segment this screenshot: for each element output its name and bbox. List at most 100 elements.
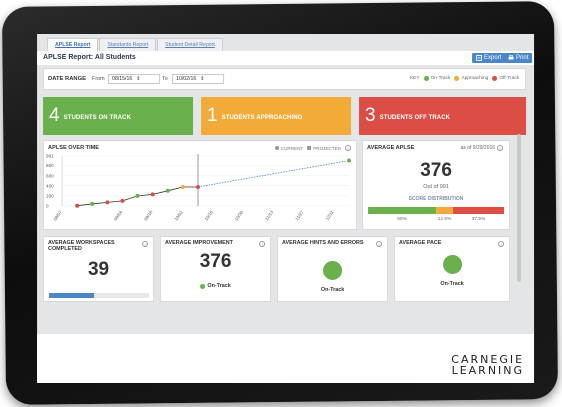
avg-improvement-panel: AVERAGE IMPROVEMENT i 376 On-Track	[160, 235, 272, 302]
workspaces-progress-bar	[49, 292, 150, 298]
y-tick-label: 600	[46, 173, 54, 178]
on-track-status-icon	[323, 260, 343, 280]
x-tick-label: 10/02	[173, 209, 184, 221]
distribution-label: 50%	[397, 216, 407, 222]
workspaces-progress-fill	[49, 292, 95, 298]
avg-hints-errors-panel: AVERAGE HINTS AND ERRORS i On-Track	[277, 235, 389, 302]
key-off-track: Off-Track	[499, 75, 520, 81]
series-line-projected	[197, 160, 350, 188]
status-key: KEY On-Track Approaching Off-Track	[409, 75, 520, 81]
info-icon[interactable]: i	[259, 240, 266, 247]
approaching-dot-icon	[454, 75, 460, 81]
report-header: APLSE Report: All Students Export Print	[37, 50, 535, 65]
x-tick-label: 09/18	[143, 209, 154, 221]
to-date-value: 10/02/16	[176, 75, 197, 82]
data-point	[90, 201, 95, 206]
y-tick-label: 0	[46, 204, 49, 209]
info-icon[interactable]: i	[376, 240, 383, 247]
from-label: From	[92, 75, 105, 82]
print-button[interactable]: Print	[504, 52, 533, 63]
tablet-frame: APLSE Report Standards Report Student De…	[1, 1, 559, 405]
as-of-text: as of 9/29/2016	[460, 144, 496, 151]
logo-line2: LEARNING	[451, 363, 525, 377]
average-aplse-panel: AVERAGE APLSE as of 9/29/2016 i 376 Out …	[362, 139, 511, 230]
x-tick-label: 10/16	[204, 209, 215, 221]
date-range-label: DATE RANGE	[48, 75, 86, 82]
key-label: KEY	[409, 75, 420, 81]
tile-label: STUDENTS OFF TRACK	[379, 114, 451, 121]
distribution-segment	[453, 206, 505, 214]
x-tick-label: 08/07	[52, 209, 63, 221]
carnegie-learning-logo: CARNEGIE LEARNING	[451, 353, 525, 377]
tile-label: STUDENTS APPROACHING	[221, 114, 303, 121]
info-icon[interactable]: i	[142, 240, 149, 247]
summary-tiles: 4 STUDENTS ON TRACK 1 STUDENTS APPROACHI…	[43, 96, 527, 135]
workspaces-value: 39	[87, 258, 110, 280]
tab-standards-report[interactable]: Standards Report	[99, 37, 157, 51]
x-tick-label: 09/04	[113, 209, 124, 221]
data-point	[347, 158, 352, 163]
distribution-segment	[436, 206, 454, 214]
tile-number: 3	[365, 104, 376, 126]
pace-title: AVERAGE PACE	[399, 239, 442, 246]
avg-aplse-title: AVERAGE APLSE	[367, 144, 415, 151]
report-tabs: APLSE Report Standards Report Student De…	[47, 37, 224, 51]
app-screen: APLSE Report Standards Report Student De…	[37, 33, 535, 383]
y-tick-label: 200	[46, 193, 54, 198]
improvement-title: AVERAGE IMPROVEMENT	[165, 239, 233, 246]
x-tick-label: 10/30	[234, 209, 245, 221]
on-track-status-icon	[442, 254, 462, 274]
y-tick-label: 400	[46, 183, 54, 188]
from-date-value: 08/15/16	[112, 75, 133, 82]
aplse-line-chart: 991 800 600 400 200 008/07 09/04 09/18 10/02 10/1…	[46, 154, 352, 222]
data-point	[75, 203, 80, 208]
tile-on-track[interactable]: 4 STUDENTS ON TRACK	[43, 96, 194, 135]
distribution-label: 12.5%	[437, 216, 452, 222]
x-tick-label: 12/11	[325, 209, 336, 221]
data-point	[180, 184, 185, 189]
date-filter-bar: DATE RANGE From 08/15/16 ⇕ To 10/02/16 ⇕…	[43, 67, 527, 90]
x-tick-label: 11/13	[264, 209, 275, 221]
score-distribution-title: SCORE DISTRIBUTION	[408, 195, 464, 202]
to-label: To	[162, 75, 168, 82]
key-on-track: On-Track	[430, 75, 451, 81]
page-title: APLSE Report: All Students	[43, 53, 136, 61]
tile-approaching[interactable]: 1 STUDENTS APPROACHING	[201, 96, 352, 135]
x-tick-label: 11/27	[294, 209, 305, 221]
tab-student-detail-report[interactable]: Student Detail Report	[157, 37, 223, 51]
info-icon[interactable]: i	[498, 240, 505, 247]
hints-title: AVERAGE HINTS AND ERRORS	[282, 239, 364, 246]
distribution-label: 37.5%	[471, 216, 486, 222]
on-track-dot-icon	[423, 75, 429, 81]
vertical-scrollbar[interactable]	[517, 133, 522, 282]
from-date-select[interactable]: 08/15/16 ⇕	[108, 73, 161, 84]
workspaces-title: AVERAGE WORKSPACES COMPLETED	[48, 239, 115, 252]
data-point	[150, 192, 155, 197]
info-icon[interactable]: i	[497, 144, 504, 151]
select-arrows-icon: ⇕	[136, 75, 141, 82]
data-point	[135, 193, 140, 198]
print-label: Print	[516, 54, 529, 61]
printer-icon	[508, 55, 514, 60]
footer: CARNEGIE LEARNING	[37, 333, 535, 383]
data-point	[105, 200, 110, 205]
improvement-value: 376	[199, 250, 232, 272]
tile-off-track[interactable]: 3 STUDENTS OFF TRACK	[359, 96, 527, 135]
tile-number: 4	[49, 104, 60, 126]
key-approaching: Approaching	[461, 75, 489, 81]
avg-aplse-value: 376	[420, 159, 452, 181]
improvement-status: On-Track	[161, 283, 270, 289]
avg-aplse-out-of: Out of 991	[423, 183, 449, 190]
improvement-status-text: On-Track	[207, 282, 231, 289]
y-tick-label: 991	[46, 154, 54, 159]
hints-status: On-Track	[320, 286, 345, 293]
tile-label: STUDENTS ON TRACK	[63, 114, 132, 121]
export-label: Export	[484, 54, 502, 61]
export-icon	[476, 55, 482, 61]
to-date-select[interactable]: 10/02/16 ⇕	[172, 73, 225, 84]
tab-aplse-report[interactable]: APLSE Report	[47, 37, 99, 51]
as-of-date: as of 9/29/2016 i	[460, 144, 504, 151]
export-button[interactable]: Export	[472, 52, 506, 63]
aplse-over-time-panel: APLSE OVER TIME CURRENT PROJECTED i 991 8…	[43, 139, 358, 230]
pace-status: On-Track	[440, 280, 464, 287]
